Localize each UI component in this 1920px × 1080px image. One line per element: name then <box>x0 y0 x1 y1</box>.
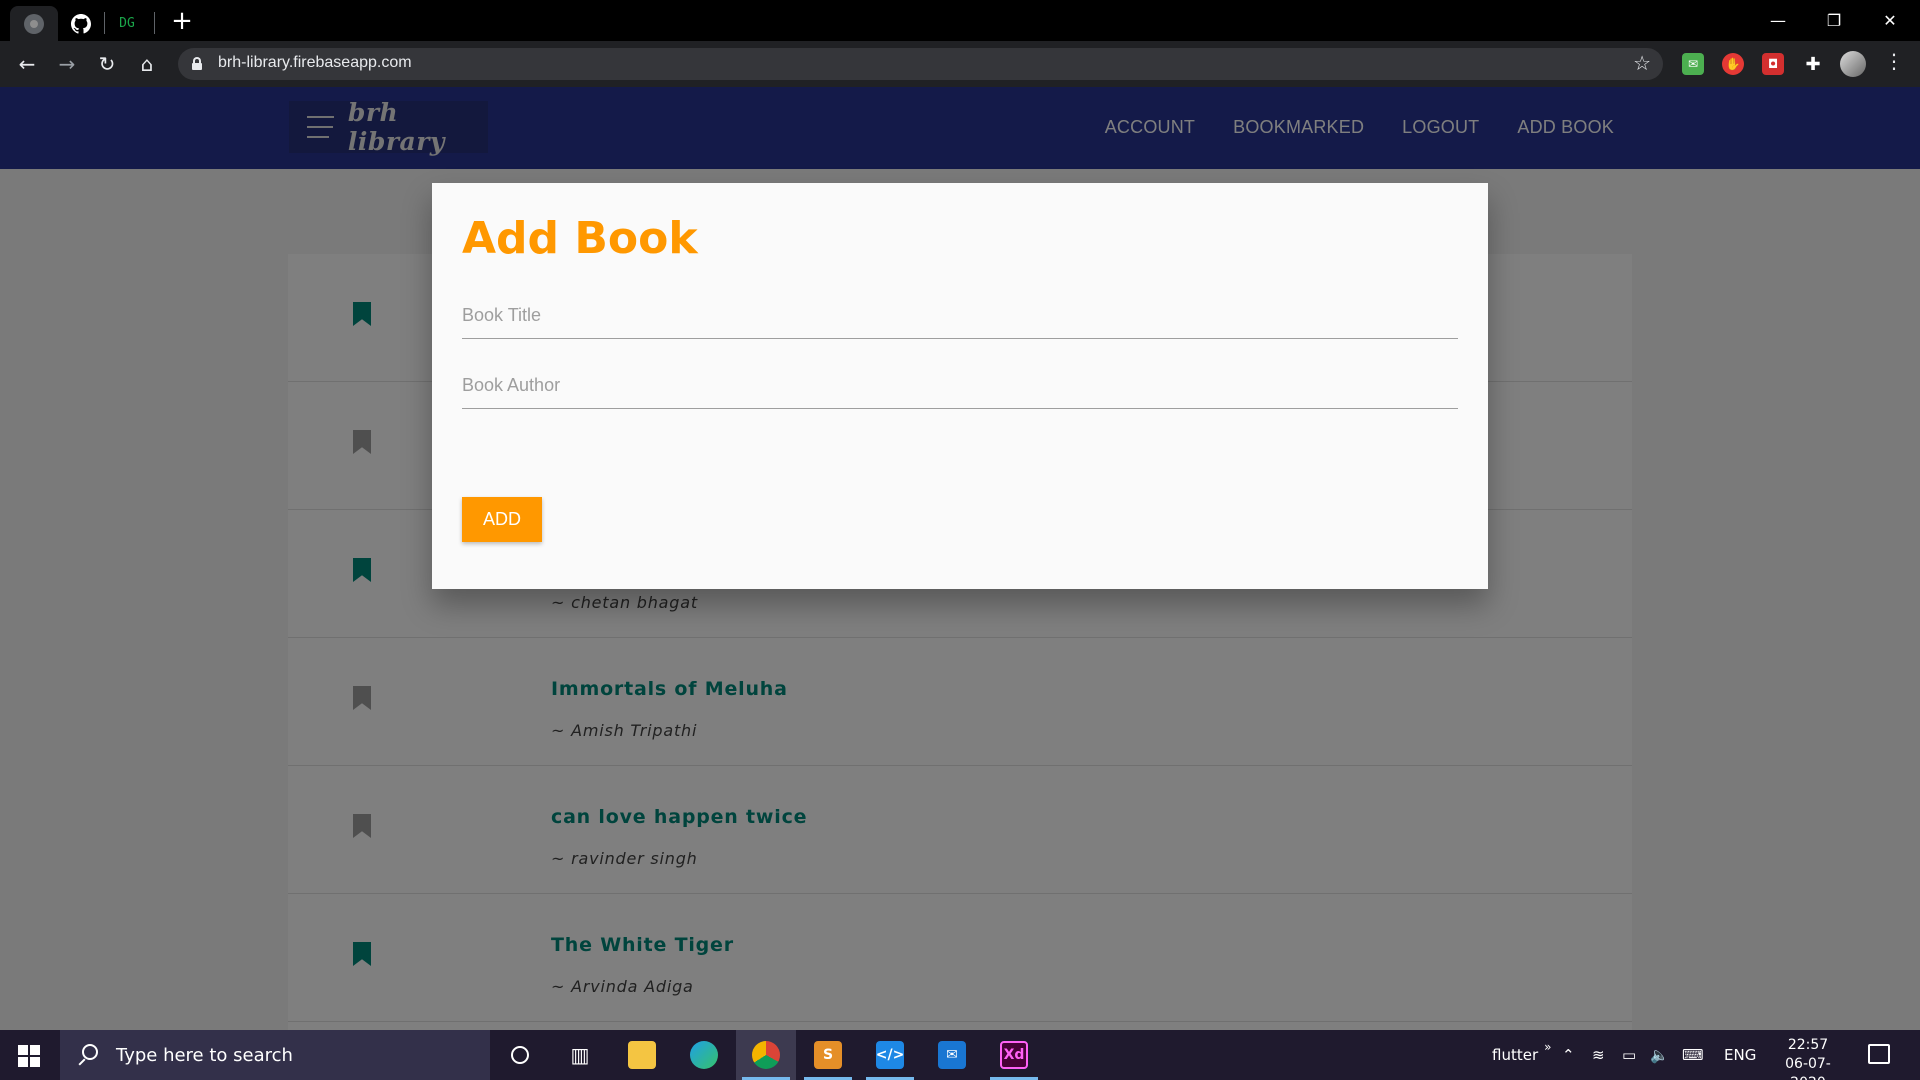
browser-tab-dg[interactable]: DG <box>106 6 148 41</box>
reload-button[interactable]: ↻ <box>92 49 122 79</box>
language-label: ENG <box>1724 1046 1757 1064</box>
vscode-app[interactable]: </> <box>860 1030 920 1080</box>
github-icon <box>71 13 91 34</box>
arrow-right-icon: → <box>58 52 76 76</box>
edge-icon <box>690 1041 718 1069</box>
vscode-icon: </> <box>876 1041 904 1069</box>
language-indicator[interactable]: ENG <box>1724 1030 1756 1080</box>
cortana-button[interactable] <box>490 1030 550 1080</box>
windows-start-icon[interactable] <box>18 1045 40 1067</box>
reload-icon: ↻ <box>98 52 116 76</box>
page-viewport: brh library ACCOUNT BOOKMARKED LOGOUT AD… <box>0 87 1920 1030</box>
close-window-button[interactable]: ✕ <box>1862 0 1918 41</box>
book-author-field <box>462 363 1458 409</box>
new-tab-button[interactable]: + <box>168 8 196 36</box>
url-text: brh-library.firebaseapp.com <box>218 54 412 71</box>
chrome-app[interactable] <box>736 1030 796 1080</box>
globe-icon <box>24 13 44 34</box>
home-button[interactable]: ⌂ <box>132 49 162 79</box>
search-placeholder: Type here to search <box>116 1044 293 1066</box>
sublime-icon: S <box>814 1041 842 1069</box>
address-bar[interactable]: brh-library.firebaseapp.com ☆ <box>178 48 1663 80</box>
chevron-double-icon: » <box>1544 1040 1552 1054</box>
tab-separator <box>104 12 105 34</box>
book-title-input[interactable] <box>462 293 1458 338</box>
browser-tabstrip: DG + — ❐ ✕ <box>0 0 1920 41</box>
tab-label: DG <box>119 16 135 31</box>
home-icon: ⌂ <box>140 52 154 76</box>
extension-pocket-icon[interactable]: ◘ <box>1762 53 1784 75</box>
tray-label: flutter <box>1492 1046 1539 1064</box>
clock-time: 22:57 <box>1787 1037 1829 1053</box>
modal-title: Add Book <box>462 213 698 264</box>
file-explorer-app[interactable] <box>612 1030 672 1080</box>
tray-flutter[interactable]: flutter » <box>1492 1030 1551 1080</box>
windows-taskbar: Type here to search ▥ S </> ✉ Xd flutter… <box>0 1030 1920 1080</box>
wifi-icon[interactable]: ≋ <box>1592 1030 1605 1080</box>
back-button[interactable]: ← <box>12 49 42 79</box>
extension-mail-icon[interactable]: ✉ <box>1682 53 1704 75</box>
chrome-icon <box>752 1041 780 1069</box>
minimize-button[interactable]: — <box>1750 0 1806 41</box>
browser-tab-active[interactable] <box>10 6 58 41</box>
browser-tab-github[interactable] <box>64 6 98 41</box>
edge-app[interactable] <box>674 1030 734 1080</box>
menu-kebab-icon[interactable]: ⋮ <box>1884 49 1904 73</box>
battery-icon[interactable]: ▭ <box>1622 1030 1636 1080</box>
arrow-left-icon: ← <box>18 52 36 76</box>
volume-icon[interactable]: 🔈 <box>1650 1030 1669 1080</box>
book-title-field <box>462 293 1458 339</box>
clock-date: 06-07-2020 <box>1785 1056 1831 1080</box>
extensions-puzzle-icon[interactable]: ✚ <box>1802 53 1824 75</box>
forward-button[interactable]: → <box>52 49 82 79</box>
add-book-modal: Add Book ADD <box>432 183 1488 589</box>
mail-icon: ✉ <box>938 1041 966 1069</box>
mail-app[interactable]: ✉ <box>922 1030 982 1080</box>
tab-separator <box>154 12 155 34</box>
tray-chevron-up-icon[interactable]: ⌃ <box>1562 1030 1575 1080</box>
folder-icon <box>628 1041 656 1069</box>
xd-app[interactable]: Xd <box>984 1030 1044 1080</box>
restore-button[interactable]: ❐ <box>1806 0 1862 41</box>
lock-icon <box>192 57 202 70</box>
extension-hand-icon[interactable]: ✋ <box>1722 53 1744 75</box>
clock[interactable]: 22:57 06-07-2020 <box>1768 1036 1848 1080</box>
keyboard-icon[interactable]: ⌨ <box>1682 1030 1704 1080</box>
notification-icon[interactable] <box>1868 1044 1890 1064</box>
search-icon <box>76 1044 98 1066</box>
task-view-button[interactable]: ▥ <box>550 1030 610 1080</box>
taskbar-search[interactable]: Type here to search <box>60 1030 490 1080</box>
browser-toolbar: ← → ↻ ⌂ brh-library.firebaseapp.com ☆ ✉ … <box>0 41 1920 87</box>
cortana-circle-icon <box>511 1046 529 1064</box>
profile-avatar[interactable] <box>1840 51 1866 77</box>
adobe-xd-icon: Xd <box>1000 1041 1028 1069</box>
sublime-app[interactable]: S <box>798 1030 858 1080</box>
task-view-icon: ▥ <box>570 1043 590 1067</box>
book-author-input[interactable] <box>462 363 1458 408</box>
add-button[interactable]: ADD <box>462 497 542 542</box>
bookmark-star-icon[interactable]: ☆ <box>1633 51 1651 75</box>
